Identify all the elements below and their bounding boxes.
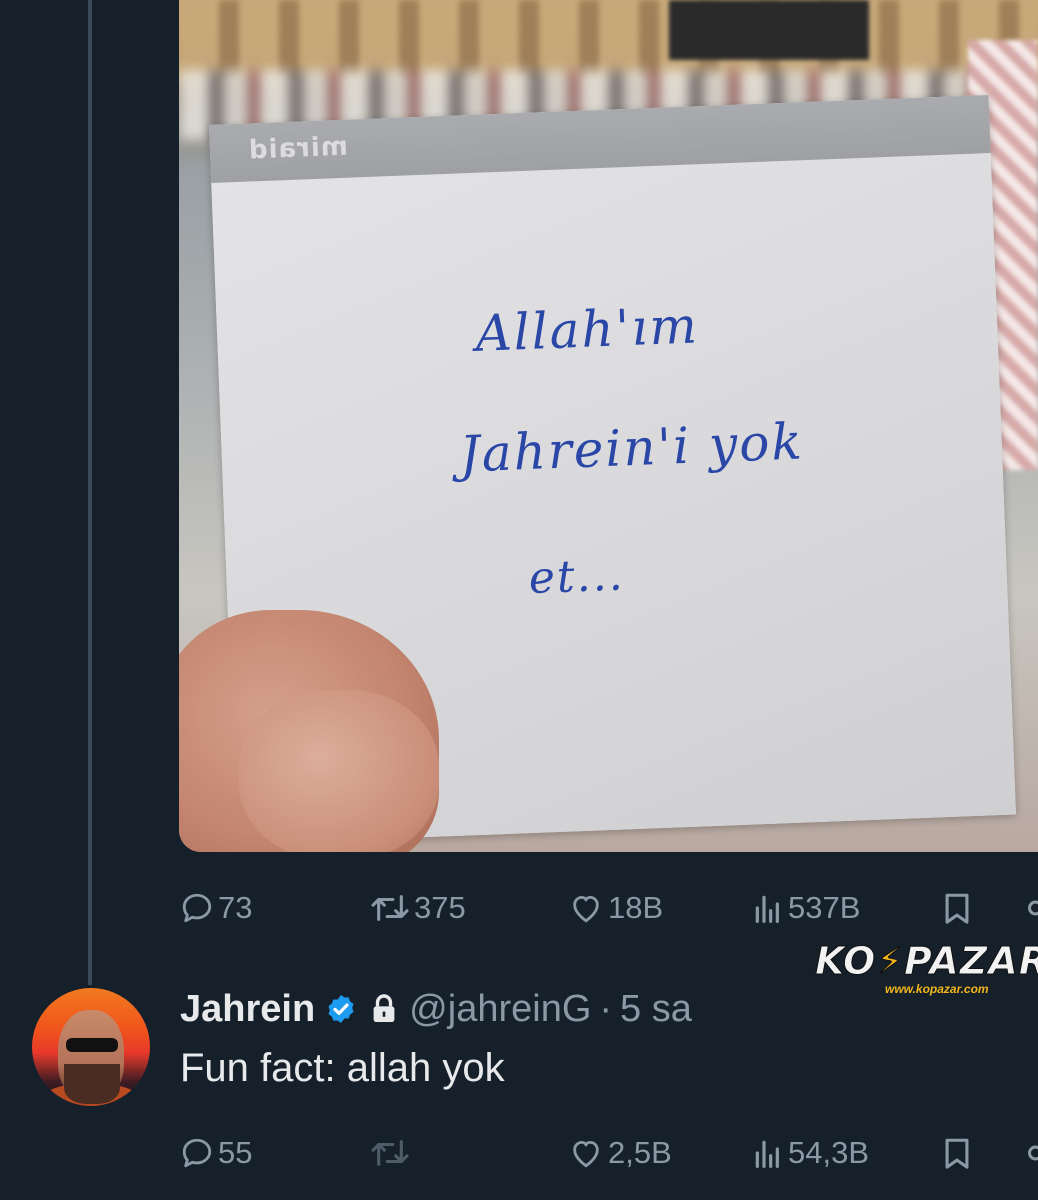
reply-icon (182, 1138, 212, 1168)
kopazar-watermark: KO⚡PAZAR www.kopazar.com (814, 939, 1038, 1002)
tweet-actions-row-2: 55 2,5B 54,3B (180, 1133, 1038, 1173)
views-button[interactable]: 537B (752, 888, 860, 928)
avatar[interactable] (32, 988, 150, 1106)
watermark-logo-right: PAZAR (904, 939, 1038, 983)
thread-connector-line (88, 0, 92, 985)
retweet-count: 375 (414, 890, 466, 925)
tweet-actions-row-1: 73 375 18B 537B (180, 888, 1038, 928)
holding-thumb (239, 690, 439, 852)
background-kaaba (669, 0, 869, 60)
views-button[interactable]: 54,3B (752, 1133, 869, 1173)
views-count: 54,3B (788, 1135, 870, 1170)
user-handle[interactable]: @jahreinG (409, 988, 591, 1031)
share-button[interactable] (1022, 1133, 1038, 1173)
watermark-logo-left: KO (814, 939, 877, 983)
tweet-photo[interactable]: miraid Allah'ım Jahrein'i yok et... (179, 0, 1038, 852)
bookmark-button[interactable] (940, 1133, 974, 1173)
views-count: 537B (788, 890, 861, 925)
bookmark-icon (945, 1138, 969, 1169)
heart-icon (573, 895, 599, 923)
retweet-icon (371, 895, 409, 921)
background-colonnade (179, 0, 1038, 80)
watermark-logo: KO⚡PAZAR (814, 939, 1038, 983)
retweet-button[interactable] (370, 1133, 414, 1173)
share-button[interactable] (1022, 888, 1038, 928)
watermark-url: www.kopazar.com (885, 982, 989, 996)
share-icon (1028, 1145, 1038, 1161)
avatar-beard (64, 1064, 120, 1104)
tweet-header: Jahrein @jahreinG · 5 sa (180, 985, 692, 1033)
separator-dot: · (599, 987, 613, 1030)
heart-icon (573, 1140, 599, 1168)
reply-count: 73 (218, 890, 253, 925)
lightning-bolt-icon: ⚡ (876, 939, 905, 983)
reply-button[interactable]: 55 (180, 1133, 252, 1173)
note-line-3: et... (527, 549, 626, 605)
retweet-icon (371, 1140, 409, 1166)
reply-button[interactable]: 73 (180, 888, 252, 928)
reply-icon (182, 893, 212, 923)
like-button[interactable]: 2,5B (568, 1133, 672, 1173)
note-brand-label: miraid (247, 131, 349, 166)
lock-icon (373, 994, 395, 1022)
tweet-text: Fun fact: allah yok (180, 1046, 505, 1090)
tweet-timestamp[interactable]: 5 sa (620, 988, 692, 1031)
note-line-2: Jahrein'i yok (458, 412, 805, 484)
share-icon (1028, 900, 1038, 916)
views-icon (755, 895, 779, 923)
bookmark-icon (945, 893, 969, 924)
bookmark-button[interactable] (940, 888, 974, 928)
like-count: 18B (608, 890, 664, 925)
verified-badge-icon (328, 995, 354, 1023)
like-count: 2,5B (608, 1135, 672, 1170)
like-button[interactable]: 18B (568, 888, 663, 928)
views-icon (755, 1140, 779, 1168)
avatar-sunglasses (66, 1038, 118, 1052)
note-line-1: Allah'ım (474, 296, 700, 363)
reply-count: 55 (218, 1135, 253, 1170)
retweet-button[interactable]: 375 (370, 888, 466, 928)
display-name[interactable]: Jahrein (180, 988, 315, 1031)
